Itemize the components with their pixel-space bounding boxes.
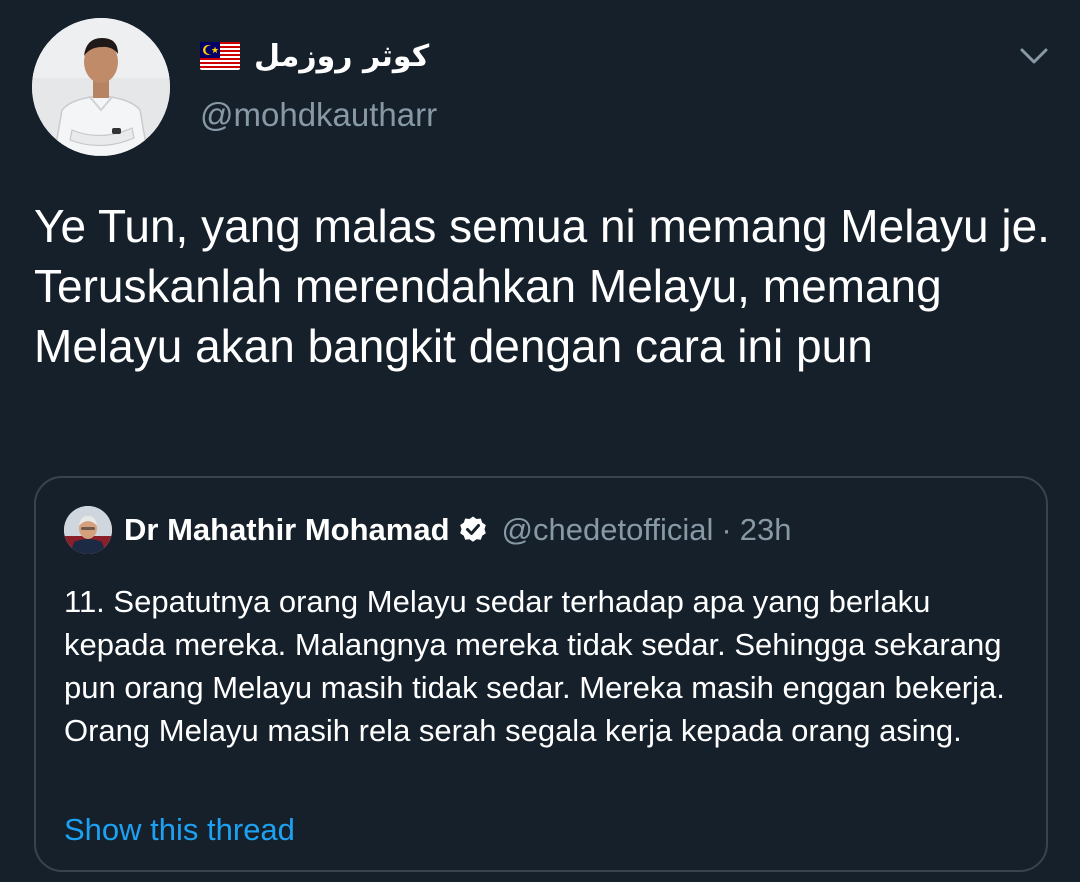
quoted-handle[interactable]: @chedetofficial [502,512,714,548]
verified-badge-icon [459,516,486,542]
quoted-tweet-text: 11. Sepatutnya orang Melayu sedar terhad… [64,584,1005,748]
author-display-name[interactable]: كوثر روزمل [254,39,429,74]
author-avatar[interactable] [32,18,170,156]
profile-photo [32,18,170,156]
tweet-text: Ye Tun, yang malas semua ni memang Melay… [34,200,1050,372]
show-thread-link[interactable]: Show this thread [64,808,295,851]
malaysia-flag-icon [200,42,240,70]
quoted-timestamp[interactable]: 23h [740,512,792,548]
author-name-row[interactable]: كوثر روزمل [200,30,429,82]
quoted-author-avatar[interactable] [64,506,112,554]
chevron-down-icon[interactable] [1014,40,1054,72]
separator-dot: · [721,512,732,547]
quoted-profile-photo [64,506,112,554]
quoted-tweet-card[interactable]: Dr Mahathir Mohamad @chedetofficial · 23… [34,476,1048,872]
quoted-display-name[interactable]: Dr Mahathir Mohamad [124,512,450,548]
author-handle[interactable]: @mohdkautharr [200,96,437,134]
quoted-tweet-header: Dr Mahathir Mohamad @chedetofficial · 23… [64,506,791,554]
